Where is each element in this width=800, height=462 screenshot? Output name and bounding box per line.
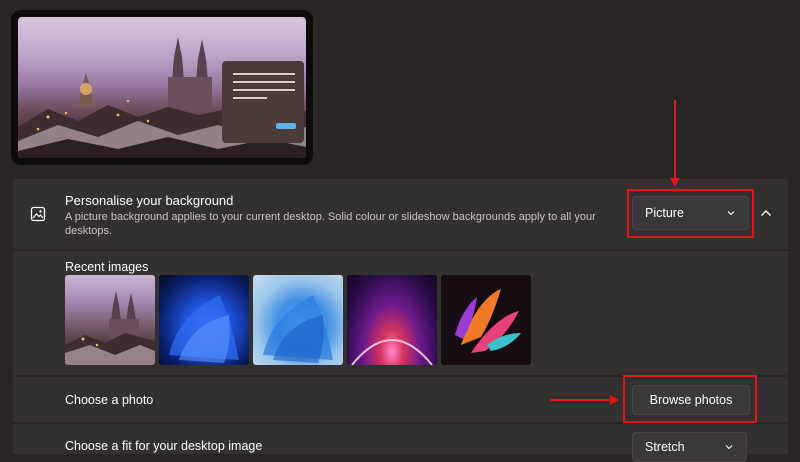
- annotation-arrows: [550, 100, 680, 405]
- arrow-down-icon: [670, 100, 680, 187]
- arrow-right-icon: [550, 395, 619, 405]
